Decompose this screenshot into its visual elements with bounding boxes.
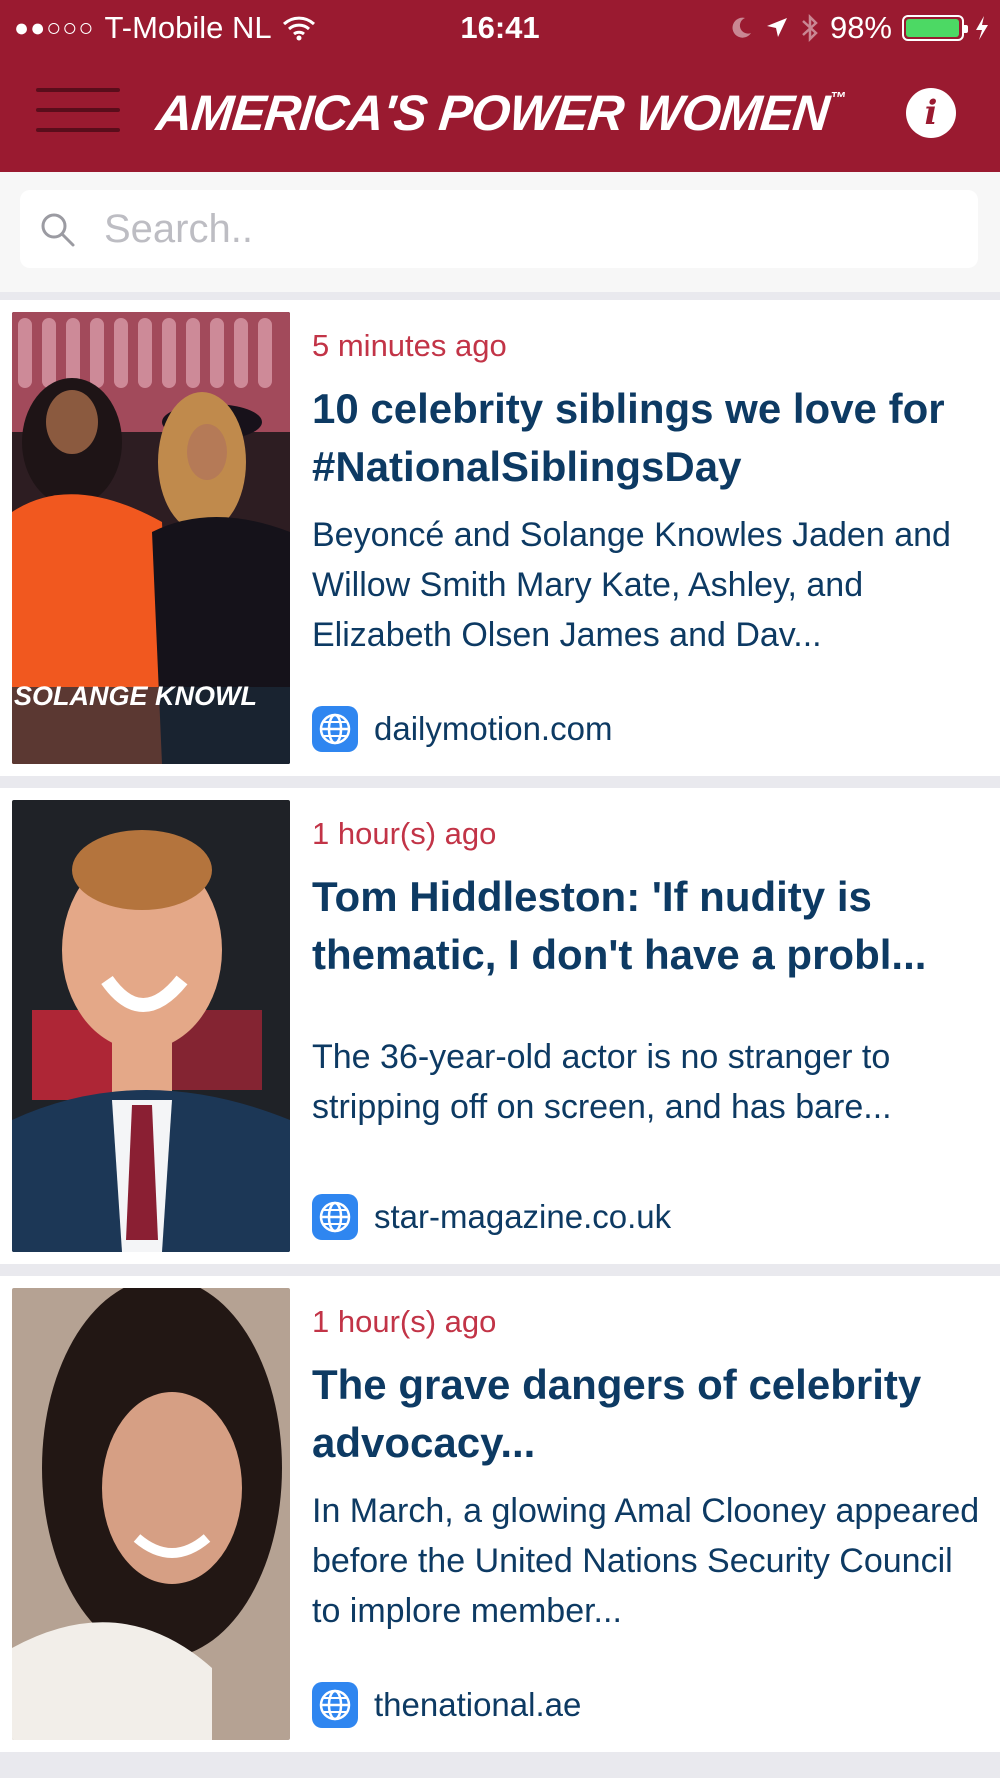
trademark-symbol: ™ <box>828 90 846 107</box>
article-source[interactable]: thenational.ae <box>312 1682 581 1728</box>
info-icon[interactable]: i <box>906 88 956 138</box>
thumbnail-caption: SOLANGE KNOWL <box>14 681 257 711</box>
article-card[interactable]: 1 hour(s) ago The grave dangers of celeb… <box>0 1276 1000 1752</box>
article-card[interactable]: SOLANGE KNOWL 5 minutes ago 10 celebrity… <box>0 300 1000 776</box>
app-header: ●●○○○ T-Mobile NL 16:41 98% AMERICA'S PO… <box>0 0 1000 172</box>
article-title[interactable]: Tom Hiddleston: 'If nudity is thematic, … <box>312 868 982 984</box>
search-box[interactable] <box>20 190 978 268</box>
bluetooth-icon <box>802 13 818 43</box>
article-thumbnail <box>12 800 290 1252</box>
source-domain: dailymotion.com <box>374 710 613 747</box>
article-thumbnail <box>12 1288 290 1740</box>
article-description: Beyoncé and Solange Knowles Jaden and Wi… <box>312 516 951 654</box>
source-domain: thenational.ae <box>374 1686 582 1723</box>
battery-level <box>906 19 959 37</box>
search-input[interactable] <box>104 204 944 254</box>
article-time: 1 hour(s) ago <box>312 1304 497 1339</box>
article-description: In March, a glowing Amal Clooney appeare… <box>312 1492 980 1630</box>
charging-bolt-icon <box>976 16 988 40</box>
app-title: America's Power Women™ <box>0 84 1000 142</box>
article-title[interactable]: The grave dangers of celebrity advocacy.… <box>312 1356 982 1472</box>
globe-icon <box>312 706 358 752</box>
search-bar <box>0 172 1000 292</box>
article-card[interactable]: 1 hour(s) ago Tom Hiddleston: 'If nudity… <box>0 788 1000 1264</box>
source-domain: star-magazine.co.uk <box>374 1198 672 1235</box>
battery-icon <box>902 15 968 41</box>
article-time: 1 hour(s) ago <box>312 816 497 851</box>
article-description: The 36-year-old actor is no stranger to … <box>312 1038 892 1126</box>
article-time: 5 minutes ago <box>312 328 507 363</box>
article-title[interactable]: 10 celebrity siblings we love for #Natio… <box>312 380 982 496</box>
search-icon <box>41 213 75 247</box>
location-arrow-icon <box>766 18 787 37</box>
status-bar: ●●○○○ T-Mobile NL 16:41 98% <box>0 0 1000 56</box>
article-source[interactable]: star-magazine.co.uk <box>312 1194 671 1240</box>
globe-icon <box>312 1682 358 1728</box>
globe-icon <box>312 1194 358 1240</box>
article-thumbnail: SOLANGE KNOWL <box>12 312 290 764</box>
article-source[interactable]: dailymotion.com <box>312 706 612 752</box>
app-title-text: America's Power Women <box>153 85 832 141</box>
moon-icon <box>732 17 751 38</box>
battery-percent: 98% <box>829 10 892 45</box>
